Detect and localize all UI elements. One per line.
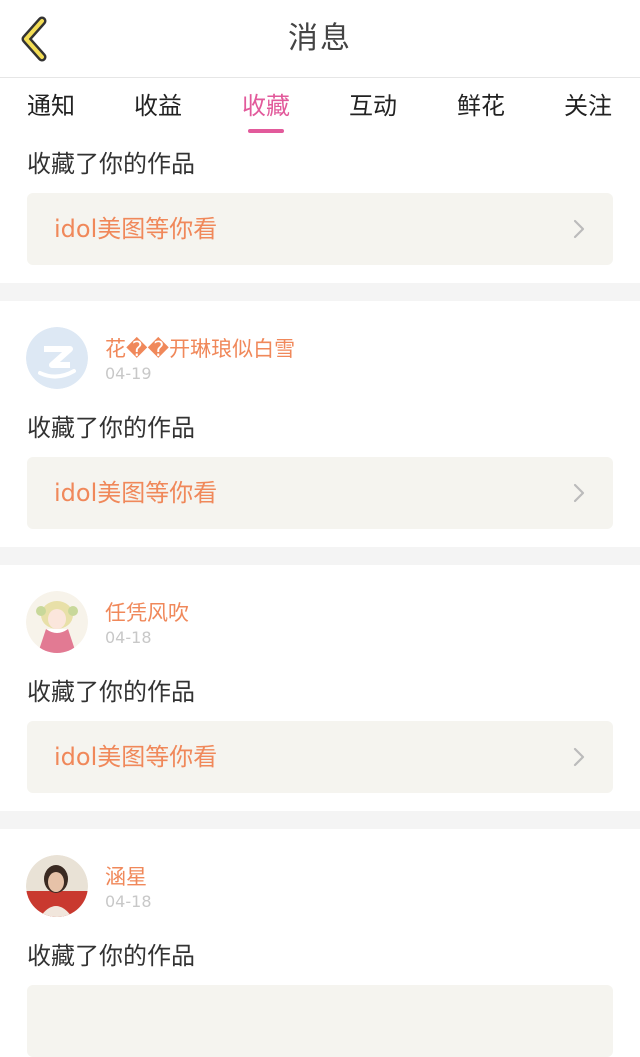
tab-label: 通知: [27, 92, 75, 120]
tab-label: 收藏: [242, 92, 290, 120]
message-card: 花��开琳琅似白雪 04-19 收藏了你的作品 idol美图等你看: [0, 301, 640, 547]
separator: [0, 283, 640, 301]
avatar[interactable]: [26, 591, 88, 653]
chevron-right-icon: [573, 483, 585, 503]
avatar[interactable]: [26, 327, 88, 389]
tab-label: 鲜花: [457, 92, 505, 120]
message-list: 收藏了你的作品 idol美图等你看 花��开琳琅似白雪 04-19 收藏了你的作…: [0, 135, 640, 1057]
date: 04-18: [105, 892, 152, 911]
active-tab-indicator: [248, 129, 284, 133]
message-card: 任凭风吹 04-18 收藏了你的作品 idol美图等你看: [0, 565, 640, 811]
work-link[interactable]: idol美图等你看: [27, 457, 613, 529]
action-text: 收藏了你的作品: [27, 414, 195, 442]
avatar[interactable]: [26, 855, 88, 917]
tab-bar: 通知 收益 收藏 互动 鲜花 关注: [0, 79, 640, 135]
action-text: 收藏了你的作品: [27, 942, 195, 970]
tab-earnings[interactable]: 收益: [108, 79, 208, 135]
tab-label: 互动: [349, 92, 397, 120]
anime-girl-avatar-icon: [26, 591, 88, 653]
separator: [0, 811, 640, 829]
user-row[interactable]: 涵星 04-18: [0, 829, 640, 921]
work-link[interactable]: [27, 985, 613, 1057]
tab-flowers[interactable]: 鲜花: [431, 79, 531, 135]
work-link[interactable]: idol美图等你看: [27, 193, 613, 265]
tab-notifications[interactable]: 通知: [1, 79, 101, 135]
date: 04-18: [105, 628, 152, 647]
separator: [0, 547, 640, 565]
tab-favorites[interactable]: 收藏: [216, 79, 316, 135]
username[interactable]: 涵星: [105, 861, 147, 891]
username[interactable]: 任凭风吹: [105, 597, 189, 627]
tab-interactions[interactable]: 互动: [323, 79, 423, 135]
message-card: 收藏了你的作品 idol美图等你看: [0, 135, 640, 283]
work-link[interactable]: idol美图等你看: [27, 721, 613, 793]
header-bar: 消息: [0, 0, 640, 78]
tab-label: 收益: [134, 92, 182, 120]
page-title: 消息: [288, 21, 352, 56]
chevron-right-icon: [573, 747, 585, 767]
username[interactable]: 花��开琳琅似白雪: [105, 333, 295, 363]
user-row[interactable]: 花��开琳琅似白雪 04-19: [0, 301, 640, 393]
action-text: 收藏了你的作品: [27, 678, 195, 706]
message-card: 涵星 04-18 收藏了你的作品: [0, 829, 640, 1057]
user-row[interactable]: 任凭风吹 04-18: [0, 565, 640, 657]
photo-avatar-icon: [26, 855, 88, 917]
chevron-right-icon: [573, 219, 585, 239]
work-title: idol美图等你看: [54, 479, 218, 507]
action-text: 收藏了你的作品: [27, 150, 195, 178]
date: 04-19: [105, 364, 152, 383]
work-title: idol美图等你看: [54, 215, 218, 243]
qzone-default-avatar-icon: [26, 327, 88, 389]
tab-following[interactable]: 关注: [538, 79, 638, 135]
work-title: idol美图等你看: [54, 743, 218, 771]
tab-label: 关注: [564, 92, 612, 120]
